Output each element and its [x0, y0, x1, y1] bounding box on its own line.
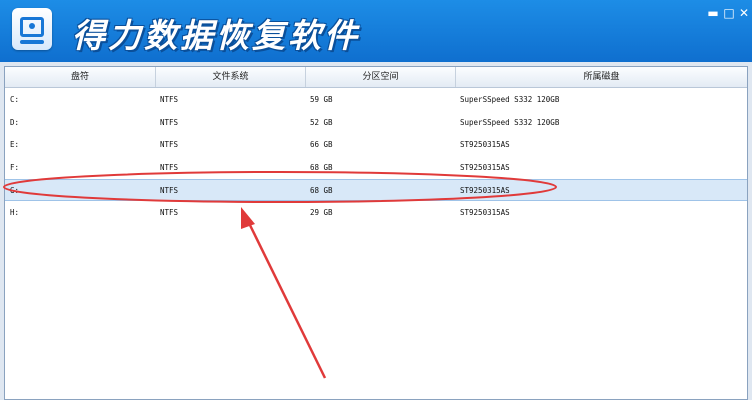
filesystem-cell: NTFS — [160, 162, 179, 172]
disk-cell: SuperSSpeed S332 120GB — [460, 95, 560, 104]
disk-cell: ST9250315AS — [460, 186, 510, 195]
size-cell: 66 GB — [310, 140, 333, 149]
table-row[interactable]: G: NTFS 68 GB ST9250315AS — [5, 179, 747, 201]
size-cell: 68 GB — [310, 162, 333, 172]
filesystem-cell: NTFS — [160, 117, 179, 127]
drive-cell: G: — [10, 186, 20, 195]
disk-cell: SuperSSpeed S332 120GB — [460, 117, 560, 127]
drive-cell: C: — [10, 95, 20, 104]
maximize-icon[interactable]: □ — [722, 6, 736, 20]
column-header-drive[interactable]: 盘符 — [5, 67, 156, 87]
table-row[interactable]: F: NTFS 68 GB ST9250315AS — [5, 157, 747, 179]
drive-cell: D: — [10, 117, 20, 127]
size-cell: 52 GB — [310, 117, 333, 127]
table-row[interactable]: D: NTFS 52 GB SuperSSpeed S332 120GB — [5, 112, 747, 134]
table-header: 盘符 文件系统 分区空间 所属磁盘 — [5, 67, 747, 88]
drive-cell: E: — [10, 140, 20, 149]
app-logo-icon — [12, 8, 52, 50]
filesystem-cell: NTFS — [160, 140, 179, 149]
app-title: 得力数据恢复软件 — [72, 16, 360, 55]
filesystem-cell: NTFS — [160, 95, 179, 104]
close-icon[interactable]: ✕ — [737, 6, 751, 20]
filesystem-cell: NTFS — [160, 207, 179, 217]
minimize-icon[interactable]: ▬ — [706, 6, 720, 20]
filesystem-cell: NTFS — [160, 186, 179, 195]
size-cell: 29 GB — [310, 207, 333, 217]
title-bar: 得力数据恢复软件 ▬ □ ✕ — [0, 0, 752, 62]
disk-cell: ST9250315AS — [460, 162, 510, 172]
partition-list: 盘符 文件系统 分区空间 所属磁盘 C: NTFS 59 GB SuperSSpeed… — [4, 66, 748, 400]
drive-cell: H: — [10, 207, 20, 217]
table-row[interactable]: H: NTFS 29 GB ST9250315AS — [5, 202, 747, 224]
column-header-filesystem[interactable]: 文件系统 — [156, 67, 306, 87]
drive-cell: F: — [10, 162, 20, 172]
column-header-size[interactable]: 分区空间 — [306, 67, 456, 87]
disk-cell: ST9250315AS — [460, 140, 510, 149]
column-header-disk[interactable]: 所属磁盘 — [456, 67, 747, 87]
table-row[interactable]: C: NTFS 59 GB SuperSSpeed S332 120GB — [5, 89, 747, 111]
table-row[interactable]: E: NTFS 66 GB ST9250315AS — [5, 134, 747, 156]
size-cell: 59 GB — [310, 95, 333, 104]
disk-cell: ST9250315AS — [460, 207, 510, 217]
size-cell: 68 GB — [310, 186, 333, 195]
